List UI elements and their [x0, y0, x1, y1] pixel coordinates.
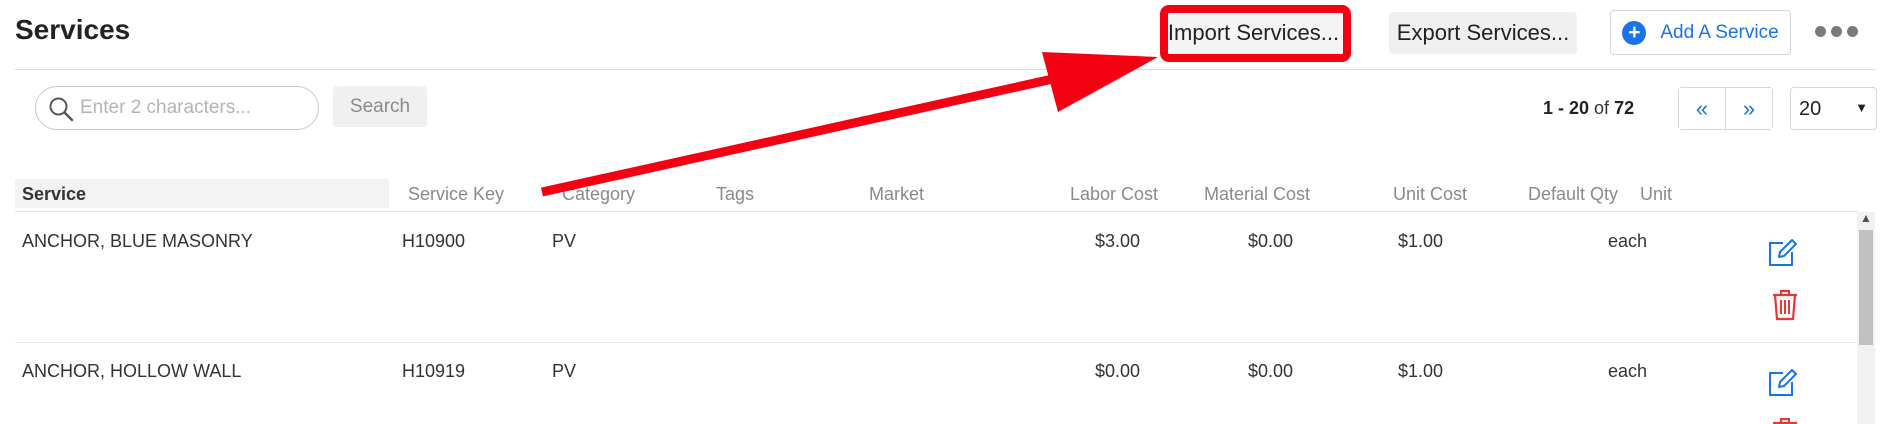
column-header-material-cost[interactable]: Material Cost: [1204, 184, 1310, 205]
column-header-category[interactable]: Category: [562, 184, 635, 205]
add-service-button[interactable]: + Add A Service: [1610, 10, 1791, 55]
column-header-unit[interactable]: Unit: [1640, 184, 1672, 205]
next-page-button[interactable]: »: [1725, 88, 1772, 129]
pagination-of: of: [1594, 98, 1610, 118]
pagination-summary: 1 - 20 of 72: [1543, 98, 1634, 119]
page-title: Services: [15, 14, 131, 45]
column-header-service-key[interactable]: Service Key: [408, 184, 504, 205]
page-size-value: 20: [1799, 98, 1822, 120]
cell-category: PV: [552, 361, 577, 381]
pagination-controls: « »: [1678, 87, 1773, 130]
export-services-button[interactable]: Export Services...: [1389, 12, 1577, 54]
cell-unit-cost: $1.00: [1397, 361, 1443, 381]
column-header-service[interactable]: Service: [22, 184, 86, 205]
trash-icon[interactable]: [1771, 289, 1799, 321]
search-box: [35, 86, 319, 130]
column-header-labor-cost[interactable]: Labor Cost: [1070, 184, 1158, 205]
cell-labor-cost: $3.00: [1094, 231, 1140, 251]
import-services-button[interactable]: Import Services...: [1160, 12, 1347, 54]
edit-icon[interactable]: [1766, 237, 1798, 269]
cell-service: ANCHOR, BLUE MASONRY: [22, 231, 253, 251]
cell-unit-cost: $1.00: [1397, 231, 1443, 251]
column-header-unit-cost[interactable]: Unit Cost: [1393, 184, 1467, 205]
add-service-label: Add A Service: [1660, 21, 1779, 43]
column-header-default-qty[interactable]: Default Qty: [1528, 184, 1618, 205]
search-icon: [49, 97, 74, 122]
cell-material-cost: $0.00: [1247, 361, 1293, 381]
edit-icon[interactable]: [1766, 367, 1798, 399]
search-button[interactable]: Search: [333, 86, 427, 127]
more-horizontal-icon[interactable]: [1815, 26, 1858, 37]
cell-labor-cost: $0.00: [1094, 361, 1140, 381]
prev-page-button[interactable]: «: [1679, 88, 1725, 129]
scroll-up-icon[interactable]: ▲: [1860, 211, 1872, 225]
cell-service-key: H10919: [402, 361, 466, 381]
cell-material-cost: $0.00: [1247, 231, 1293, 251]
scrollbar-thumb[interactable]: [1859, 230, 1873, 345]
cell-service: ANCHOR, HOLLOW WALL: [22, 361, 242, 381]
header-divider: [15, 69, 1875, 70]
column-header-tags[interactable]: Tags: [716, 184, 754, 205]
trash-icon[interactable]: [1771, 418, 1799, 424]
pagination-total: 72: [1614, 98, 1635, 118]
plus-circle-icon: +: [1622, 20, 1647, 45]
cell-category: PV: [552, 231, 577, 251]
column-header-market[interactable]: Market: [869, 184, 924, 205]
search-input[interactable]: [80, 93, 310, 123]
page-size-select[interactable]: 20 ▼: [1790, 87, 1877, 130]
pagination-range: 1 - 20: [1543, 98, 1590, 118]
cell-unit: each: [1608, 231, 1648, 251]
row-divider: [15, 342, 1858, 343]
chevron-down-icon: ▼: [1855, 100, 1868, 115]
cell-unit: each: [1608, 361, 1648, 381]
cell-service-key: H10900: [402, 231, 466, 251]
table-header-divider: [15, 211, 1858, 212]
